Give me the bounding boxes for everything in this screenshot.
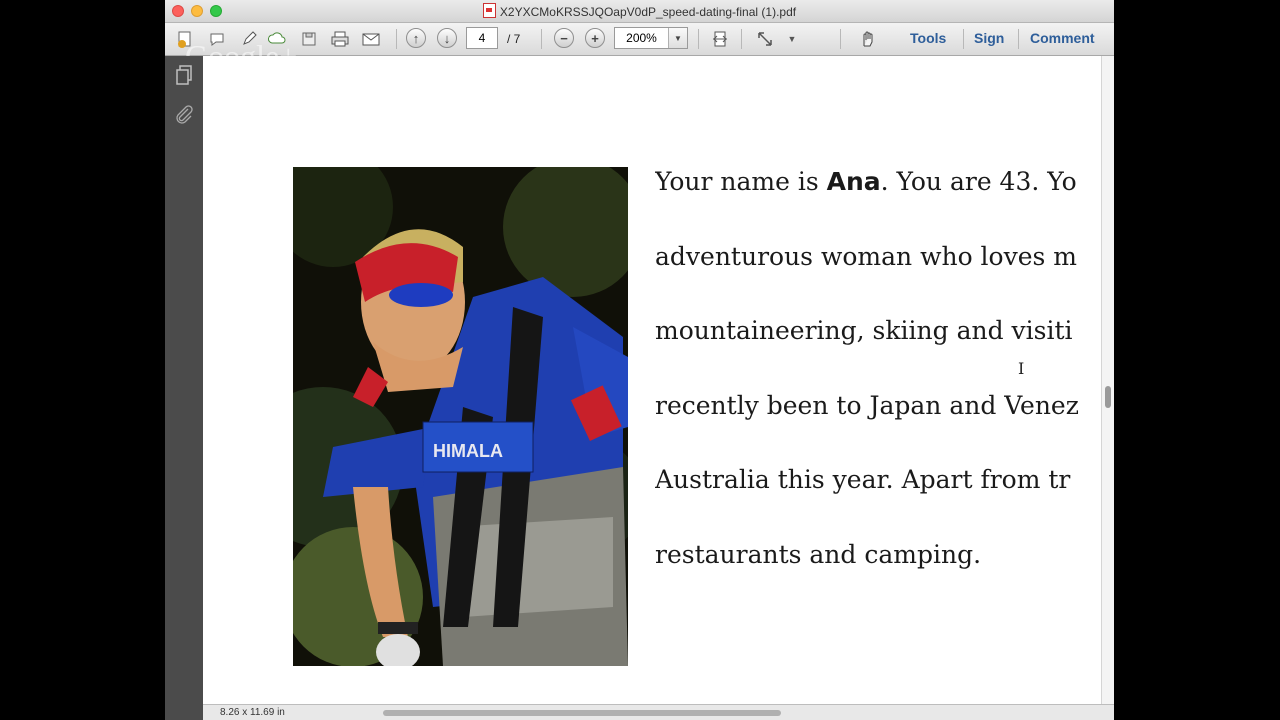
tools-button[interactable]: Tools bbox=[910, 30, 946, 46]
horizontal-scroll-thumb[interactable] bbox=[383, 710, 781, 716]
toolbar: ↑ ↓ / 7 − + 200% ▼ ▼ Tools Sign Comment … bbox=[165, 23, 1114, 74]
page-total: / 7 bbox=[507, 32, 521, 46]
text-line: recently been to Japan and Venez bbox=[655, 390, 1079, 420]
zoom-select[interactable]: 200% ▼ bbox=[614, 27, 688, 49]
save-icon[interactable] bbox=[297, 27, 321, 51]
title-bar: X2YXCMoKRSSJQOapV0dP_speed-dating-final … bbox=[165, 0, 1114, 23]
text-line: Your name is Ana. You are 43. Yo bbox=[655, 167, 1077, 196]
toolbar-separator bbox=[963, 29, 964, 49]
pdf-page: HIMALA Your name is Ana. You are 43. Yo … bbox=[203, 56, 1101, 704]
email-icon[interactable] bbox=[359, 27, 383, 51]
document-viewer[interactable]: HIMALA Your name is Ana. You are 43. Yo … bbox=[203, 56, 1114, 704]
pages-icon[interactable] bbox=[174, 65, 194, 85]
toolbar-separator bbox=[698, 29, 699, 49]
profile-text: Your name is Ana. You are 43. Yo adventu… bbox=[655, 152, 1101, 600]
toolbar-separator bbox=[840, 29, 841, 49]
zoom-value: 200% bbox=[626, 31, 657, 45]
profile-photo: HIMALA bbox=[293, 167, 628, 666]
print-icon[interactable] bbox=[328, 27, 352, 51]
arrow-up-icon[interactable]: ↑ bbox=[406, 28, 426, 48]
window-title-text: X2YXCMoKRSSJQOapV0dP_speed-dating-final … bbox=[499, 5, 797, 19]
vertical-scrollbar[interactable] bbox=[1101, 56, 1114, 704]
arrow-down-icon[interactable]: ↓ bbox=[437, 28, 457, 48]
comment-button[interactable]: Comment bbox=[1030, 30, 1095, 46]
toolbar-separator bbox=[741, 29, 742, 49]
vertical-scroll-thumb[interactable] bbox=[1105, 386, 1111, 408]
pdf-file-icon bbox=[482, 3, 496, 18]
more-options-icon[interactable]: ▼ bbox=[780, 27, 804, 51]
text-line: mountaineering, skiing and visiti bbox=[655, 316, 1073, 346]
attachment-icon[interactable] bbox=[174, 105, 194, 125]
sign-button[interactable]: Sign bbox=[974, 30, 1004, 46]
text-line: adventurous woman who loves m bbox=[655, 241, 1078, 271]
fit-page-icon[interactable] bbox=[708, 27, 732, 51]
toolbar-separator bbox=[396, 29, 397, 49]
text-line: Australia this year. Apart from tr bbox=[655, 465, 1071, 495]
comment-quote-icon[interactable] bbox=[205, 27, 229, 51]
window-title: X2YXCMoKRSSJQOapV0dP_speed-dating-final … bbox=[165, 3, 1114, 19]
text-line: restaurants and camping. bbox=[655, 539, 982, 569]
character-name: Ana bbox=[826, 167, 881, 196]
pack-label: HIMALA bbox=[433, 441, 503, 461]
pdf-reader-window: X2YXCMoKRSSJQOapV0dP_speed-dating-final … bbox=[165, 0, 1114, 720]
fullscreen-icon[interactable] bbox=[753, 27, 777, 51]
chevron-down-icon[interactable]: ▼ bbox=[668, 28, 687, 48]
toolbar-separator bbox=[1018, 29, 1019, 49]
page-size-label: 8.26 x 11.69 in bbox=[220, 707, 285, 718]
zoom-in-icon[interactable]: + bbox=[585, 28, 605, 48]
create-icon[interactable] bbox=[173, 27, 197, 51]
edit-icon[interactable] bbox=[237, 27, 261, 51]
zoom-out-icon[interactable]: − bbox=[554, 28, 574, 48]
page-number-input[interactable] bbox=[466, 27, 498, 49]
toolbar-separator bbox=[541, 29, 542, 49]
hand-icon[interactable] bbox=[856, 27, 880, 51]
navigation-sidebar bbox=[165, 56, 203, 720]
text-cursor-icon: I bbox=[1018, 359, 1025, 378]
status-bar: 8.26 x 11.69 in bbox=[203, 704, 1114, 720]
upload-icon[interactable] bbox=[265, 27, 289, 51]
